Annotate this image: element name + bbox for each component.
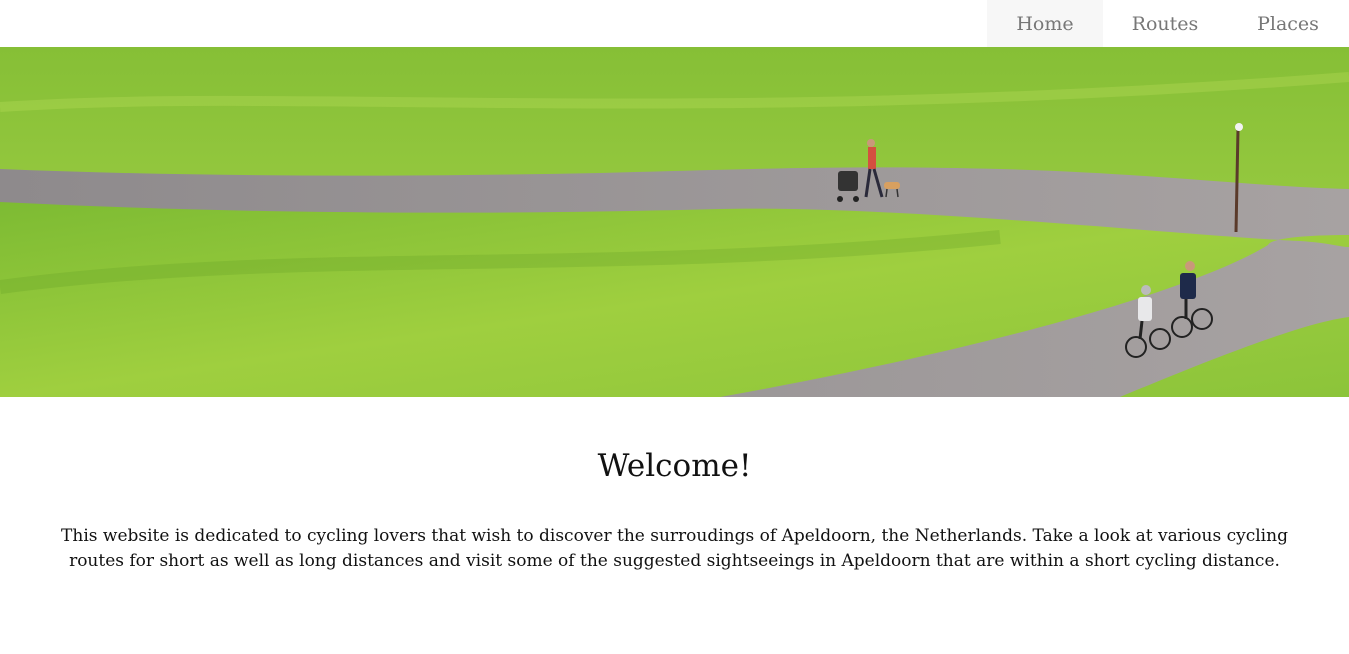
top-navbar: Home Routes Places (0, 0, 1349, 47)
hero-landscape-photo (0, 47, 1349, 397)
nav-item-home[interactable]: Home (987, 0, 1103, 47)
hero-image (0, 47, 1349, 397)
page-title: Welcome! (597, 448, 752, 484)
nav-item-routes[interactable]: Routes (1103, 0, 1227, 47)
nav-menu: Home Routes Places (987, 0, 1349, 47)
intro-paragraph: This website is dedicated to cycling lov… (61, 526, 1288, 571)
nav-item-places[interactable]: Places (1227, 0, 1349, 47)
signpost-top (1235, 123, 1243, 131)
signpost (1234, 128, 1240, 233)
